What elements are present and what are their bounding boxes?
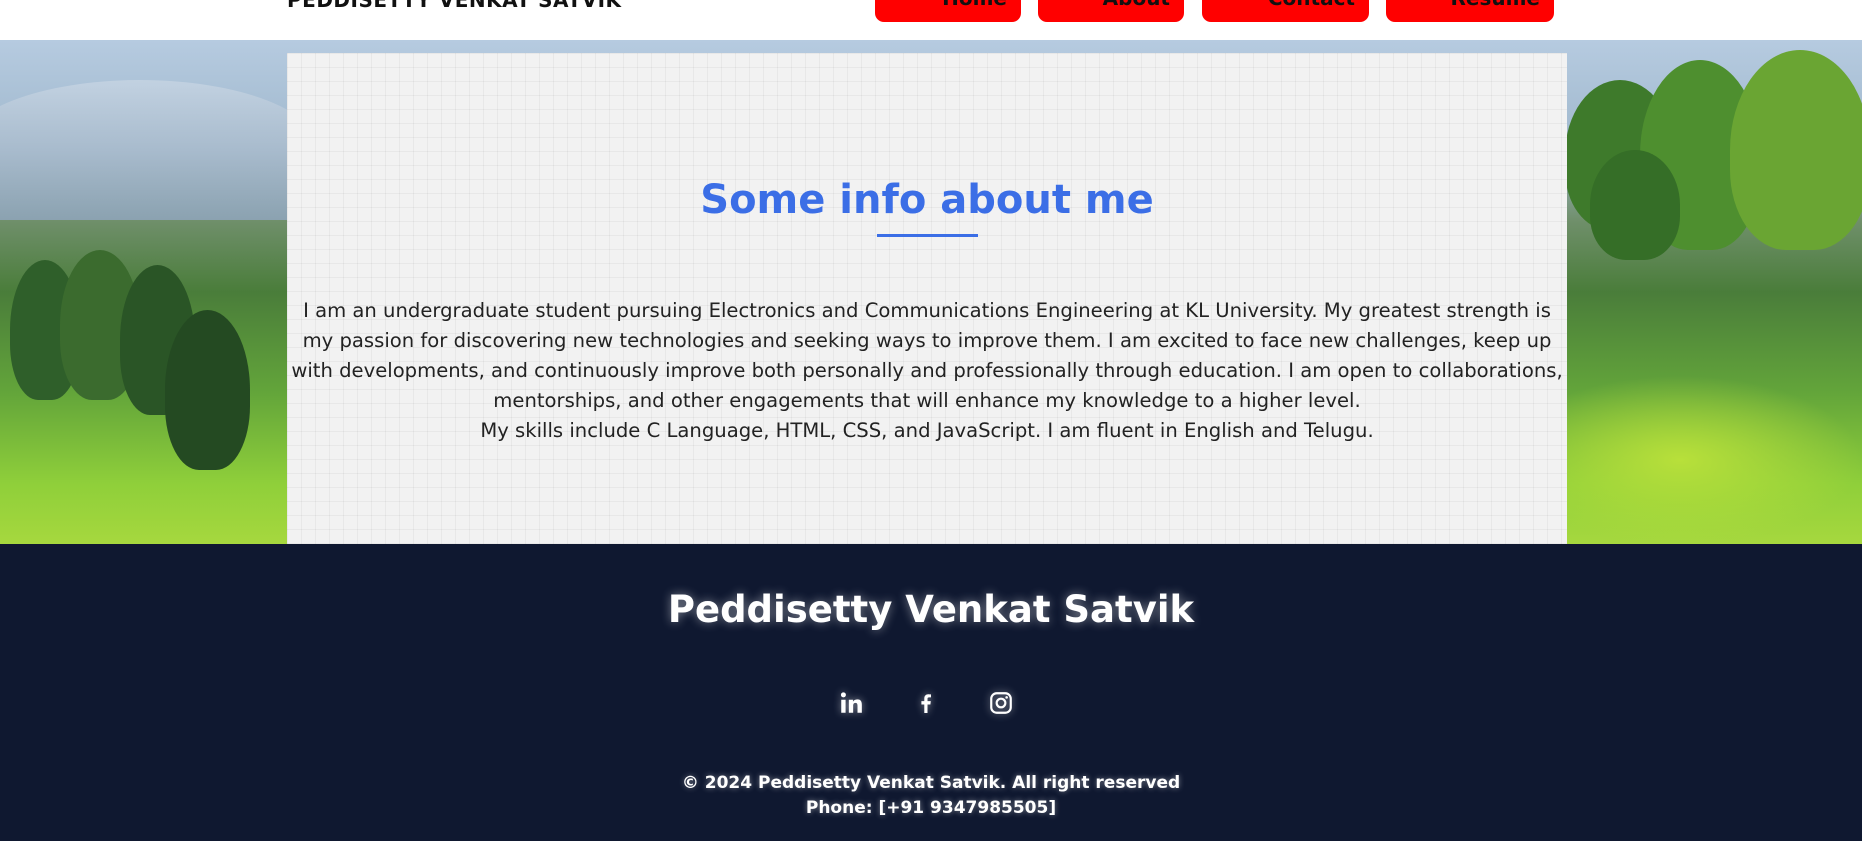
- title-underline: [877, 234, 978, 237]
- linkedin-icon[interactable]: [836, 688, 866, 718]
- nav-contact-button[interactable]: Contact: [1202, 0, 1369, 22]
- tree-decoration: [1730, 50, 1862, 250]
- nav-contact-label: Contact: [1268, 0, 1355, 8]
- nav-about-button[interactable]: About: [1038, 0, 1184, 22]
- tree-decoration: [1590, 150, 1680, 260]
- site-header: PEDDISETTY VENKAT SATVIK Home About Cont…: [0, 0, 1862, 40]
- nav-about-label: About: [1103, 0, 1170, 8]
- skills-paragraph: My skills include C Language, HTML, CSS,…: [480, 419, 1374, 442]
- tree-decoration: [165, 310, 250, 470]
- phone-text: Phone: [+91 9347985505]: [805, 798, 1057, 818]
- mountain-decoration: [0, 80, 320, 220]
- nav-resume-label: Resume: [1450, 0, 1540, 8]
- nav-home-label: Home: [942, 0, 1007, 8]
- instagram-icon[interactable]: [986, 688, 1016, 718]
- about-text: I am an undergraduate student pursuing E…: [291, 296, 1563, 446]
- footer-name: Peddisetty Venkat Satvik: [667, 588, 1195, 631]
- copyright-text: © 2024 Peddisetty Venkat Satvik. All rig…: [681, 773, 1181, 793]
- site-footer: Peddisetty Venkat Satvik © 2024 Peddiset…: [0, 544, 1862, 841]
- nav-resume-button[interactable]: Resume: [1386, 0, 1554, 22]
- about-paragraph: I am an undergraduate student pursuing E…: [291, 299, 1563, 412]
- nav-home-button[interactable]: Home: [875, 0, 1021, 22]
- facebook-icon[interactable]: [911, 688, 941, 718]
- about-section: Some info about me I am an undergraduate…: [287, 53, 1567, 544]
- brand-name: PEDDISETTY VENKAT SATVIK: [287, 0, 622, 12]
- about-title: Some info about me: [700, 177, 1154, 223]
